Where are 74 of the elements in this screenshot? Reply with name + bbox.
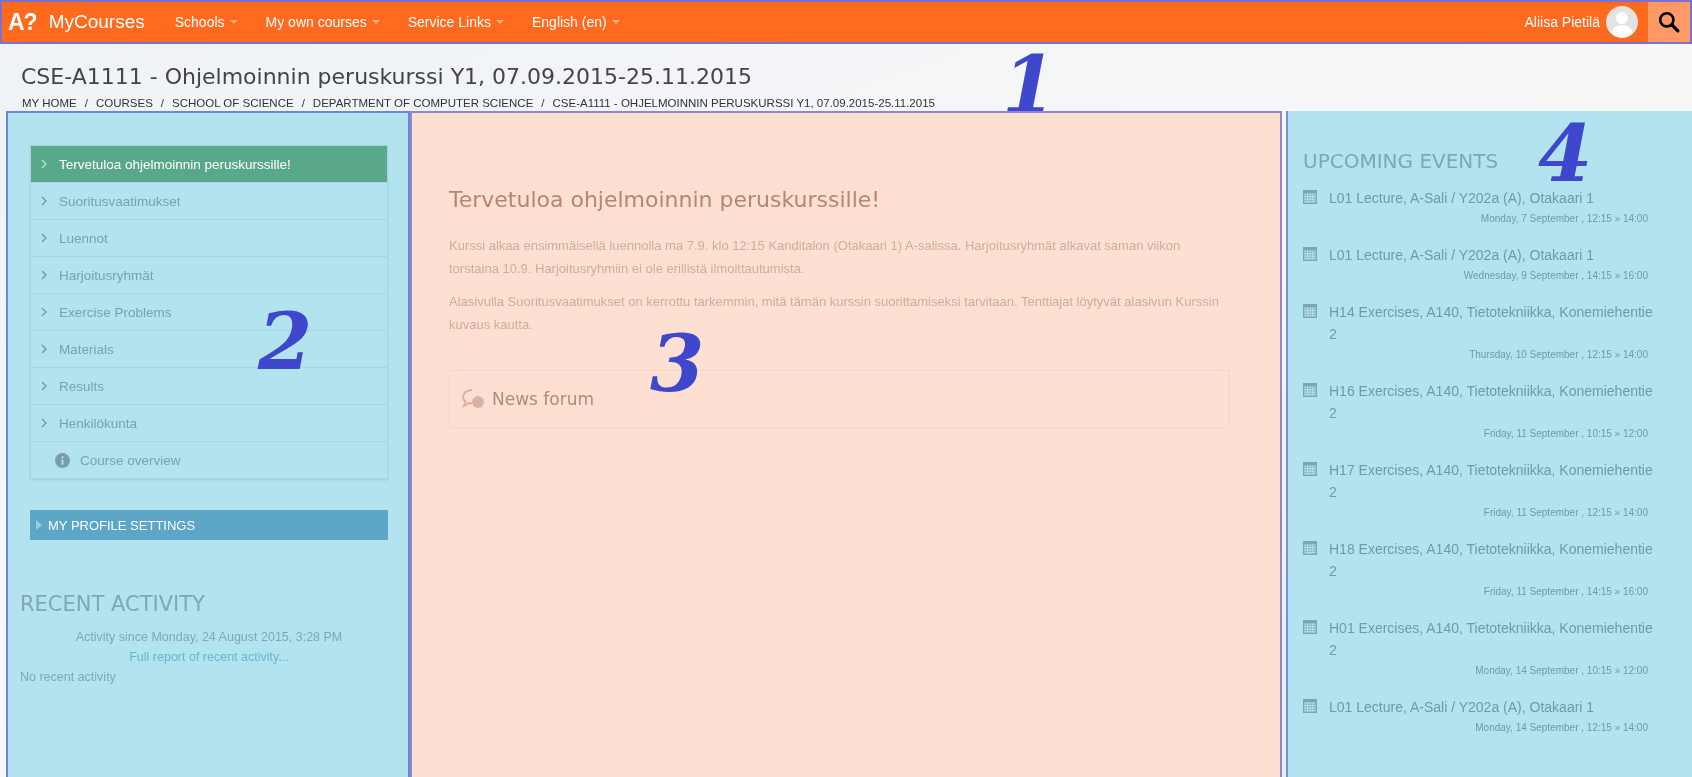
breadcrumb-separator: /	[541, 97, 545, 109]
avatar-icon[interactable]	[1606, 6, 1638, 38]
chevron-icon	[41, 196, 47, 206]
profile-settings-block-header[interactable]: MY PROFILE SETTINGS	[30, 510, 388, 540]
caret-icon	[229, 20, 238, 24]
calendar-icon	[1303, 246, 1317, 261]
no-activity-text: No recent activity	[20, 670, 117, 684]
caret-icon	[611, 20, 620, 24]
calendar-icon	[1303, 540, 1317, 555]
calendar-icon	[1303, 698, 1317, 713]
course-menu-item[interactable]: Results	[31, 368, 387, 405]
event-date: Friday, 11 September , 10:15 » 12:00	[1482, 428, 1649, 439]
chevron-icon	[41, 344, 47, 354]
breadcrumb-link[interactable]: MY HOME	[22, 97, 77, 109]
chevron-icon	[41, 381, 47, 391]
event-date: Friday, 11 September , 12:15 » 14:00	[1482, 507, 1649, 518]
menu-dropdown[interactable]: Service Links	[393, 14, 518, 30]
course-menu-item[interactable]: Luennot	[31, 220, 387, 257]
calendar-icon	[1303, 461, 1317, 476]
site-name-link[interactable]: MyCourses	[48, 11, 145, 33]
caret-icon	[496, 20, 504, 24]
course-menu-item[interactable]: Harjoitusryhmät	[31, 257, 387, 294]
menu-dropdown[interactable]: English (en)	[518, 14, 634, 30]
event-date: Wednesday, 9 September , 14:15 » 16:00	[1462, 270, 1649, 281]
breadcrumb-link[interactable]: COURSES	[95, 97, 153, 109]
chevron-icon	[41, 233, 47, 243]
section-heading: Tervetuloa ohjelmoinnin peruskurssille!	[449, 187, 882, 212]
event-link[interactable]: H01 Exercises, A140, Tietotekniikka, Konemiehentie 2	[1329, 617, 1662, 661]
menu-dropdown[interactable]: My own courses	[251, 14, 394, 30]
user-name[interactable]: Aliisa Pietilä	[1524, 14, 1600, 30]
speech-bubbles-icon	[462, 389, 486, 409]
triangle-icon	[36, 520, 42, 530]
course-menu-item[interactable]: Henkilökunta	[31, 405, 387, 442]
caret-icon	[371, 20, 380, 24]
event-link[interactable]: L01 Lecture, A-Sali / Y202a (A), Otakaari 1	[1329, 244, 1595, 266]
event-link[interactable]: H14 Exercises, A140, Tietotekniikka, Konemiehentie 2	[1329, 301, 1662, 345]
course-menu-item[interactable]: Course overview	[31, 442, 387, 479]
menu-dropdown[interactable]: Schools	[160, 14, 252, 30]
event-date: Friday, 11 September , 14:15 » 16:00	[1482, 586, 1649, 597]
event-link[interactable]: H18 Exercises, A140, Tietotekniikka, Konemiehentie 2	[1329, 538, 1662, 582]
search-button[interactable]	[1648, 2, 1690, 42]
event-date: Thursday, 10 September , 12:15 » 14:00	[1468, 349, 1649, 360]
full-report-link[interactable]: Full report of recent activity...	[30, 650, 388, 664]
annotation-number: 1	[1002, 46, 1057, 124]
chevron-icon	[41, 418, 47, 428]
info-icon	[55, 452, 70, 468]
block-title: RECENT ACTIVITY	[20, 592, 206, 616]
block-title: UPCOMING EVENTS	[1303, 149, 1500, 173]
breadcrumb-link[interactable]: CSE-A1111 - OHJELMOINNIN PERUSKURSSI Y1, 07.09.2015-25.11.2015	[552, 97, 935, 109]
calendar-icon	[1303, 382, 1317, 397]
paragraph: Kurssi alkaa ensimmäisellä luennolla ma 7.9. klo 12:15 Kanditalon (Otakaari 1) A-salissa. Harjoitusryhmät alkavat saman viikon torstaina 10.9. Harjoitusryhmiin ei ole erillistä ilmoittautumista.	[449, 237, 1182, 278]
course-menu-item[interactable]: Tervetuloa ohjelmoinnin peruskurssille!	[31, 146, 387, 183]
calendar-icon	[1303, 189, 1317, 204]
course-menu-item[interactable]: Suoritusvaatimukset	[31, 183, 387, 220]
event-link[interactable]: L01 Lecture, A-Sali / Y202a (A), Otakaari 1	[1329, 696, 1595, 718]
event-date: Monday, 14 September , 12:15 » 14:00	[1474, 722, 1649, 733]
chevron-icon	[41, 270, 47, 280]
breadcrumb-separator: /	[84, 97, 88, 109]
page-title: CSE-A1111 - Ohjelmoinnin peruskurssi Y1, 07.09.2015-25.11.2015	[21, 64, 753, 89]
activity-since-text: Activity since Monday, 24 August 2015, 3:28 PM	[74, 630, 344, 644]
event-link[interactable]: H16 Exercises, A140, Tietotekniikka, Konemiehentie 2	[1329, 380, 1662, 424]
event-date: Monday, 14 September , 10:15 » 12:00	[1474, 665, 1649, 676]
breadcrumb-separator: /	[301, 97, 305, 109]
event-link[interactable]: H17 Exercises, A140, Tietotekniikka, Konemiehentie 2	[1329, 459, 1662, 503]
breadcrumb-link[interactable]: SCHOOL OF SCIENCE	[172, 97, 294, 109]
search-icon	[1658, 11, 1680, 33]
calendar-icon	[1303, 303, 1317, 318]
logo[interactable]: A?	[8, 8, 37, 36]
chevron-icon	[41, 159, 47, 169]
calendar-icon	[1303, 619, 1317, 634]
breadcrumb-link[interactable]: DEPARTMENT OF COMPUTER SCIENCE	[312, 97, 534, 109]
chevron-icon	[41, 307, 47, 317]
breadcrumb-separator: /	[160, 97, 165, 109]
event-date: Monday, 7 September , 12:15 » 14:00	[1479, 213, 1649, 224]
